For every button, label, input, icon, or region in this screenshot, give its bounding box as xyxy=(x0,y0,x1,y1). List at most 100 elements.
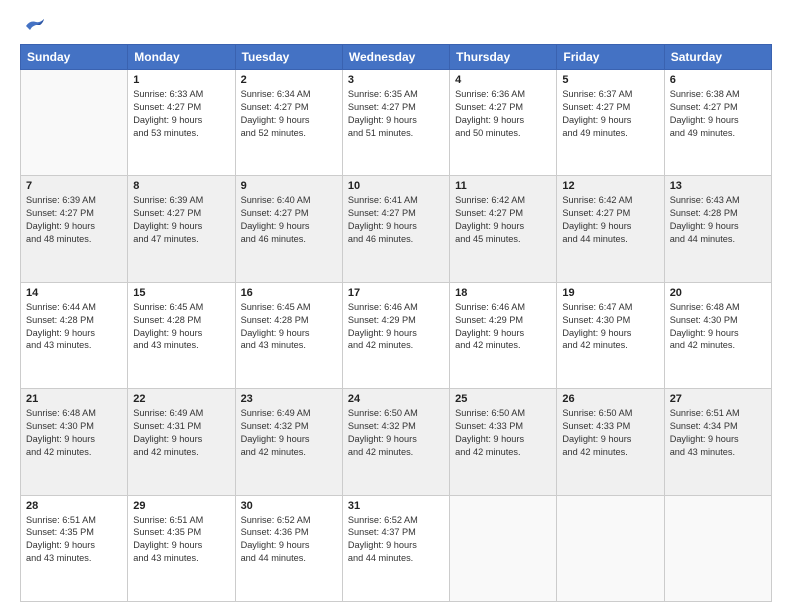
logo-bird-icon xyxy=(24,18,46,34)
calendar-day-cell: 17Sunrise: 6:46 AM Sunset: 4:29 PM Dayli… xyxy=(342,282,449,388)
weekday-header-thursday: Thursday xyxy=(450,45,557,70)
weekday-header-wednesday: Wednesday xyxy=(342,45,449,70)
day-number: 1 xyxy=(133,74,229,86)
day-info: Sunrise: 6:37 AM Sunset: 4:27 PM Dayligh… xyxy=(562,88,658,140)
calendar-day-cell: 1 Sunrise: 6:33 AM Sunset: 4:27 PM Daylig… xyxy=(128,70,235,176)
day-number: 13 xyxy=(670,180,766,192)
day-info: Sunrise: 6:51 AM Sunset: 4:35 PM Dayligh… xyxy=(133,514,229,566)
calendar-day-cell xyxy=(557,495,664,601)
day-info: Sunrise: 6:34 AM Sunset: 4:27 PM Dayligh… xyxy=(241,88,337,140)
calendar-day-cell: 13 Sunrise: 6:43 AM Sunset: 4:28 PM Dayli… xyxy=(664,176,771,282)
calendar-week-row: 1 Sunrise: 6:33 AM Sunset: 4:27 PM Daylig… xyxy=(21,70,772,176)
calendar-day-cell: 2 Sunrise: 6:34 AM Sunset: 4:27 PM Daylig… xyxy=(235,70,342,176)
day-number: 12 xyxy=(562,180,658,192)
calendar-day-cell: 12 Sunrise: 6:42 AM Sunset: 4:27 PM Dayli… xyxy=(557,176,664,282)
day-number: 6 xyxy=(670,74,766,86)
day-info: Sunrise: 6:50 AM Sunset: 4:33 PM Dayligh… xyxy=(455,407,551,459)
day-number: 18 xyxy=(455,287,551,299)
calendar-day-cell: 9 Sunrise: 6:40 AM Sunset: 4:27 PM Daylig… xyxy=(235,176,342,282)
day-number: 9 xyxy=(241,180,337,192)
logo xyxy=(20,18,48,34)
calendar-day-cell: 15Sunrise: 6:45 AM Sunset: 4:28 PM Dayli… xyxy=(128,282,235,388)
day-number: 26 xyxy=(562,393,658,405)
calendar-day-cell: 30Sunrise: 6:52 AM Sunset: 4:36 PM Dayli… xyxy=(235,495,342,601)
calendar-day-cell: 4 Sunrise: 6:36 AM Sunset: 4:27 PM Daylig… xyxy=(450,70,557,176)
calendar-day-cell: 6 Sunrise: 6:38 AM Sunset: 4:27 PM Daylig… xyxy=(664,70,771,176)
calendar-day-cell: 10 Sunrise: 6:41 AM Sunset: 4:27 PM Dayli… xyxy=(342,176,449,282)
calendar-day-cell: 24Sunrise: 6:50 AM Sunset: 4:32 PM Dayli… xyxy=(342,389,449,495)
day-info: Sunrise: 6:43 AM Sunset: 4:28 PM Dayligh… xyxy=(670,194,766,246)
day-number: 4 xyxy=(455,74,551,86)
day-info: Sunrise: 6:38 AM Sunset: 4:27 PM Dayligh… xyxy=(670,88,766,140)
day-number: 21 xyxy=(26,393,122,405)
calendar-table: SundayMondayTuesdayWednesdayThursdayFrid… xyxy=(20,44,772,602)
calendar-day-cell: 18Sunrise: 6:46 AM Sunset: 4:29 PM Dayli… xyxy=(450,282,557,388)
day-number: 16 xyxy=(241,287,337,299)
day-number: 10 xyxy=(348,180,444,192)
weekday-header-saturday: Saturday xyxy=(664,45,771,70)
calendar-day-cell: 5 Sunrise: 6:37 AM Sunset: 4:27 PM Daylig… xyxy=(557,70,664,176)
day-number: 11 xyxy=(455,180,551,192)
day-info: Sunrise: 6:41 AM Sunset: 4:27 PM Dayligh… xyxy=(348,194,444,246)
day-number: 31 xyxy=(348,500,444,512)
day-number: 5 xyxy=(562,74,658,86)
weekday-header-monday: Monday xyxy=(128,45,235,70)
day-info: Sunrise: 6:48 AM Sunset: 4:30 PM Dayligh… xyxy=(26,407,122,459)
day-info: Sunrise: 6:45 AM Sunset: 4:28 PM Dayligh… xyxy=(241,301,337,353)
calendar-day-cell: 28 Sunrise: 6:51 AM Sunset: 4:35 PM Dayli… xyxy=(21,495,128,601)
day-info: Sunrise: 6:39 AM Sunset: 4:27 PM Dayligh… xyxy=(26,194,122,246)
calendar-day-cell xyxy=(664,495,771,601)
day-info: Sunrise: 6:51 AM Sunset: 4:35 PM Dayligh… xyxy=(26,514,122,566)
day-number: 7 xyxy=(26,180,122,192)
calendar-day-cell: 26 Sunrise: 6:50 AM Sunset: 4:33 PM Dayli… xyxy=(557,389,664,495)
calendar-week-row: 21 Sunrise: 6:48 AM Sunset: 4:30 PM Dayli… xyxy=(21,389,772,495)
weekday-header-sunday: Sunday xyxy=(21,45,128,70)
day-number: 20 xyxy=(670,287,766,299)
calendar-day-cell: 8 Sunrise: 6:39 AM Sunset: 4:27 PM Daylig… xyxy=(128,176,235,282)
day-number: 28 xyxy=(26,500,122,512)
day-number: 8 xyxy=(133,180,229,192)
calendar-day-cell xyxy=(21,70,128,176)
day-info: Sunrise: 6:52 AM Sunset: 4:37 PM Dayligh… xyxy=(348,514,444,566)
day-info: Sunrise: 6:49 AM Sunset: 4:31 PM Dayligh… xyxy=(133,407,229,459)
calendar-week-row: 7 Sunrise: 6:39 AM Sunset: 4:27 PM Daylig… xyxy=(21,176,772,282)
day-info: Sunrise: 6:42 AM Sunset: 4:27 PM Dayligh… xyxy=(455,194,551,246)
calendar-day-cell: 19 Sunrise: 6:47 AM Sunset: 4:30 PM Dayli… xyxy=(557,282,664,388)
day-number: 25 xyxy=(455,393,551,405)
day-info: Sunrise: 6:33 AM Sunset: 4:27 PM Dayligh… xyxy=(133,88,229,140)
calendar-week-row: 14 Sunrise: 6:44 AM Sunset: 4:28 PM Dayli… xyxy=(21,282,772,388)
weekday-header-row: SundayMondayTuesdayWednesdayThursdayFrid… xyxy=(21,45,772,70)
day-number: 17 xyxy=(348,287,444,299)
day-number: 19 xyxy=(562,287,658,299)
day-info: Sunrise: 6:40 AM Sunset: 4:27 PM Dayligh… xyxy=(241,194,337,246)
day-number: 14 xyxy=(26,287,122,299)
day-info: Sunrise: 6:47 AM Sunset: 4:30 PM Dayligh… xyxy=(562,301,658,353)
weekday-header-friday: Friday xyxy=(557,45,664,70)
calendar-day-cell: 3 Sunrise: 6:35 AM Sunset: 4:27 PM Daylig… xyxy=(342,70,449,176)
day-number: 2 xyxy=(241,74,337,86)
day-info: Sunrise: 6:50 AM Sunset: 4:33 PM Dayligh… xyxy=(562,407,658,459)
header xyxy=(20,18,772,34)
day-info: Sunrise: 6:51 AM Sunset: 4:34 PM Dayligh… xyxy=(670,407,766,459)
calendar-day-cell: 14 Sunrise: 6:44 AM Sunset: 4:28 PM Dayli… xyxy=(21,282,128,388)
calendar-day-cell: 21 Sunrise: 6:48 AM Sunset: 4:30 PM Dayli… xyxy=(21,389,128,495)
day-number: 24 xyxy=(348,393,444,405)
day-number: 30 xyxy=(241,500,337,512)
day-info: Sunrise: 6:36 AM Sunset: 4:27 PM Dayligh… xyxy=(455,88,551,140)
day-number: 29 xyxy=(133,500,229,512)
day-info: Sunrise: 6:35 AM Sunset: 4:27 PM Dayligh… xyxy=(348,88,444,140)
day-info: Sunrise: 6:48 AM Sunset: 4:30 PM Dayligh… xyxy=(670,301,766,353)
day-info: Sunrise: 6:39 AM Sunset: 4:27 PM Dayligh… xyxy=(133,194,229,246)
calendar-day-cell: 25 Sunrise: 6:50 AM Sunset: 4:33 PM Dayli… xyxy=(450,389,557,495)
calendar-day-cell: 23 Sunrise: 6:49 AM Sunset: 4:32 PM Dayli… xyxy=(235,389,342,495)
day-info: Sunrise: 6:42 AM Sunset: 4:27 PM Dayligh… xyxy=(562,194,658,246)
calendar-day-cell: 29 Sunrise: 6:51 AM Sunset: 4:35 PM Dayli… xyxy=(128,495,235,601)
day-number: 27 xyxy=(670,393,766,405)
day-number: 23 xyxy=(241,393,337,405)
day-info: Sunrise: 6:49 AM Sunset: 4:32 PM Dayligh… xyxy=(241,407,337,459)
calendar-week-row: 28 Sunrise: 6:51 AM Sunset: 4:35 PM Dayli… xyxy=(21,495,772,601)
day-number: 22 xyxy=(133,393,229,405)
day-info: Sunrise: 6:44 AM Sunset: 4:28 PM Dayligh… xyxy=(26,301,122,353)
calendar-day-cell: 20 Sunrise: 6:48 AM Sunset: 4:30 PM Dayli… xyxy=(664,282,771,388)
day-number: 3 xyxy=(348,74,444,86)
